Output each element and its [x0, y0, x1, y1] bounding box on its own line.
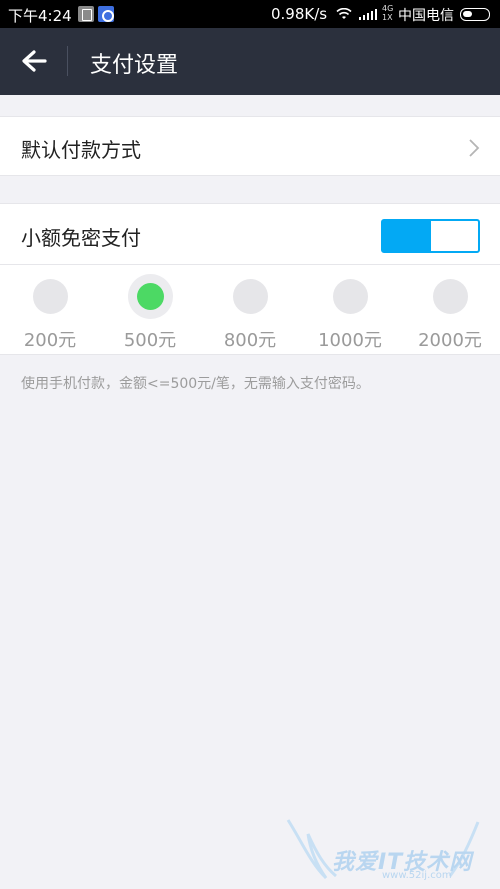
notification-app-icon [78, 6, 94, 22]
amount-option-1000[interactable]: 1000元 [300, 266, 400, 356]
amount-label: 1000元 [318, 330, 382, 351]
network-type-top: 4G [382, 4, 394, 13]
small-payment-section: 小额免密支付 200元 500元 800元 1000元 2000元 [0, 203, 500, 355]
back-button[interactable] [0, 28, 66, 95]
arrow-left-icon [22, 50, 47, 72]
network-type-bottom: 1X [382, 13, 393, 22]
amount-options: 200元 500元 800元 1000元 2000元 [0, 266, 500, 356]
amount-option-2000[interactable]: 2000元 [400, 266, 500, 356]
page-title: 支付设置 [90, 53, 179, 78]
small-payment-toggle[interactable] [381, 219, 480, 253]
amount-option-500[interactable]: 500元 [100, 266, 200, 356]
signal-icon [359, 9, 377, 20]
default-payment-label: 默认付款方式 [21, 138, 141, 162]
amount-radio [233, 279, 268, 314]
small-payment-row: 小额免密支付 [0, 204, 500, 265]
status-bar: 下午4:24 0.98K/s 4G 1X 中国电信 [0, 0, 500, 28]
network-type: 4G 1X [382, 4, 393, 22]
app-bar-divider [67, 46, 68, 76]
notification-settings-icon [98, 6, 114, 22]
amount-radio [433, 279, 468, 314]
watermark-logo: 我爱IT技术网 www.52ij.com [282, 812, 500, 889]
amount-option-800[interactable]: 800元 [200, 266, 300, 356]
amount-radio [33, 279, 68, 314]
amount-radio [333, 279, 368, 314]
app-bar: 支付设置 [0, 28, 500, 95]
status-time: 下午4:24 [8, 7, 72, 25]
small-payment-label: 小额免密支付 [21, 226, 141, 250]
amount-radio-selected [128, 274, 173, 319]
toggle-on-indicator [383, 221, 431, 251]
battery-icon [460, 8, 490, 21]
amount-label: 500元 [123, 330, 177, 351]
watermark-url: www.52ij.com [382, 870, 452, 881]
default-payment-row[interactable]: 默认付款方式 [0, 116, 500, 176]
network-speed: 0.98K/s [271, 5, 328, 23]
carrier-name: 中国电信 [398, 8, 454, 24]
amount-label: 2000元 [418, 330, 482, 351]
amount-option-200[interactable]: 200元 [0, 266, 100, 356]
amount-label: 200元 [23, 330, 77, 351]
wifi-icon [336, 8, 352, 19]
amount-label: 800元 [223, 330, 277, 351]
chevron-right-icon [469, 139, 480, 157]
small-payment-hint: 使用手机付款，金额<=500元/笔，无需输入支付密码。 [21, 376, 370, 392]
